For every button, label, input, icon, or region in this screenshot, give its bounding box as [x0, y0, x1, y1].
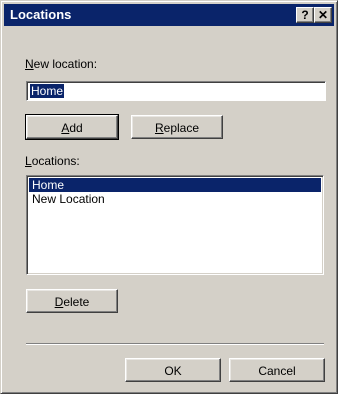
- replace-button[interactable]: Replace: [131, 115, 223, 139]
- add-label: dd: [69, 121, 83, 135]
- new-location-input[interactable]: Home: [26, 81, 326, 101]
- replace-accel: R: [154, 121, 164, 135]
- list-item-new-location[interactable]: New Location: [29, 192, 321, 206]
- add-button[interactable]: Add: [25, 114, 119, 140]
- new-location-value: Home: [30, 84, 65, 98]
- new-location-accel: N: [25, 57, 34, 71]
- title-bar[interactable]: Locations ? ✕: [4, 4, 334, 26]
- close-button[interactable]: ✕: [314, 7, 332, 23]
- separator: [26, 343, 324, 345]
- help-icon: ?: [301, 8, 309, 22]
- locations-dialog: Locations ? ✕ New location: Home Add Rep…: [0, 0, 338, 394]
- locations-label: Locations:: [25, 154, 80, 168]
- new-location-label-text: ew location:: [33, 57, 98, 71]
- help-button[interactable]: ?: [296, 7, 314, 23]
- delete-accel: D: [54, 295, 64, 309]
- replace-label: eplace: [163, 121, 200, 135]
- locations-label-text: ocations:: [31, 154, 80, 168]
- cancel-button[interactable]: Cancel: [229, 358, 325, 382]
- ok-button[interactable]: OK: [125, 358, 221, 382]
- delete-label: elete: [63, 295, 90, 309]
- window-title: Locations: [10, 7, 72, 22]
- new-location-label: New location:: [25, 57, 97, 71]
- list-item-home[interactable]: Home: [29, 178, 321, 192]
- locations-accel: L: [25, 154, 32, 168]
- locations-listbox[interactable]: Home New Location: [26, 175, 324, 275]
- close-icon: ✕: [317, 8, 329, 22]
- delete-button[interactable]: Delete: [26, 289, 118, 313]
